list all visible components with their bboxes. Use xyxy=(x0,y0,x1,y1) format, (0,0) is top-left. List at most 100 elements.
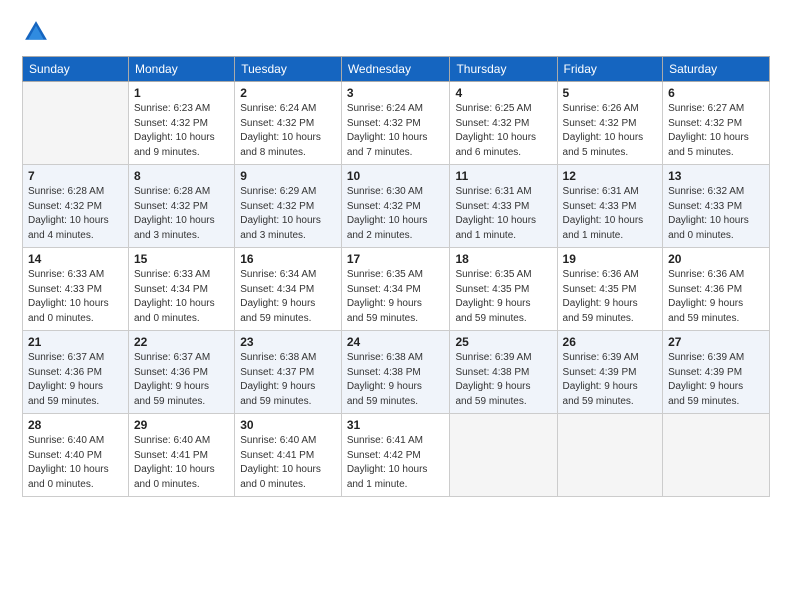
day-info: Sunrise: 6:41 AM Sunset: 4:42 PM Dayligh… xyxy=(347,434,445,492)
day-number: 14 xyxy=(28,252,123,266)
calendar-cell: 12 Sunrise: 6:31 AM Sunset: 4:33 PM Dayli… xyxy=(557,165,663,248)
calendar-cell: 17 Sunrise: 6:35 AM Sunset: 4:34 PM Dayli… xyxy=(341,248,450,331)
day-number: 13 xyxy=(668,169,764,183)
day-number: 4 xyxy=(455,86,551,100)
day-number: 10 xyxy=(347,169,445,183)
day-info: Sunrise: 6:25 AM Sunset: 4:32 PM Dayligh… xyxy=(455,102,551,160)
day-number: 21 xyxy=(28,335,123,349)
calendar-cell: 4 Sunrise: 6:25 AM Sunset: 4:32 PM Daylig… xyxy=(450,82,557,165)
calendar-cell: 13 Sunrise: 6:32 AM Sunset: 4:33 PM Dayli… xyxy=(663,165,770,248)
day-number: 9 xyxy=(240,169,336,183)
calendar-cell: 10 Sunrise: 6:30 AM Sunset: 4:32 PM Dayli… xyxy=(341,165,450,248)
calendar-cell xyxy=(23,82,129,165)
calendar-week-row: 28 Sunrise: 6:40 AM Sunset: 4:40 PM Dayli… xyxy=(23,414,770,497)
col-header-friday: Friday xyxy=(557,57,663,82)
calendar-week-row: 21 Sunrise: 6:37 AM Sunset: 4:36 PM Dayli… xyxy=(23,331,770,414)
day-number: 20 xyxy=(668,252,764,266)
day-info: Sunrise: 6:24 AM Sunset: 4:32 PM Dayligh… xyxy=(347,102,445,160)
day-info: Sunrise: 6:31 AM Sunset: 4:33 PM Dayligh… xyxy=(563,185,658,243)
logo-icon xyxy=(22,18,50,46)
day-info: Sunrise: 6:33 AM Sunset: 4:33 PM Dayligh… xyxy=(28,268,123,326)
day-info: Sunrise: 6:40 AM Sunset: 4:41 PM Dayligh… xyxy=(240,434,336,492)
day-number: 7 xyxy=(28,169,123,183)
day-number: 27 xyxy=(668,335,764,349)
col-header-wednesday: Wednesday xyxy=(341,57,450,82)
day-number: 28 xyxy=(28,418,123,432)
day-info: Sunrise: 6:40 AM Sunset: 4:40 PM Dayligh… xyxy=(28,434,123,492)
calendar-cell: 16Sunrise: 6:34 AM Sunset: 4:34 PM Dayli… xyxy=(235,248,342,331)
day-number: 8 xyxy=(134,169,229,183)
calendar-cell: 11Sunrise: 6:31 AM Sunset: 4:33 PM Dayli… xyxy=(450,165,557,248)
day-info: Sunrise: 6:36 AM Sunset: 4:35 PM Dayligh… xyxy=(563,268,658,326)
day-number: 23 xyxy=(240,335,336,349)
calendar-cell: 20 Sunrise: 6:36 AM Sunset: 4:36 PM Dayli… xyxy=(663,248,770,331)
day-info: Sunrise: 6:39 AM Sunset: 4:38 PM Dayligh… xyxy=(455,351,551,409)
day-number: 31 xyxy=(347,418,445,432)
day-number: 30 xyxy=(240,418,336,432)
calendar-cell: 8 Sunrise: 6:28 AM Sunset: 4:32 PM Daylig… xyxy=(129,165,235,248)
calendar-cell: 22Sunrise: 6:37 AM Sunset: 4:36 PM Dayli… xyxy=(129,331,235,414)
day-info: Sunrise: 6:39 AM Sunset: 4:39 PM Dayligh… xyxy=(668,351,764,409)
day-number: 15 xyxy=(134,252,229,266)
calendar-cell: 15 Sunrise: 6:33 AM Sunset: 4:34 PM Dayli… xyxy=(129,248,235,331)
day-info: Sunrise: 6:34 AM Sunset: 4:34 PM Dayligh… xyxy=(240,268,336,326)
day-info: Sunrise: 6:32 AM Sunset: 4:33 PM Dayligh… xyxy=(668,185,764,243)
calendar-cell: 27 Sunrise: 6:39 AM Sunset: 4:39 PM Dayli… xyxy=(663,331,770,414)
calendar-week-row: 7 Sunrise: 6:28 AM Sunset: 4:32 PM Daylig… xyxy=(23,165,770,248)
day-info: Sunrise: 6:35 AM Sunset: 4:35 PM Dayligh… xyxy=(455,268,551,326)
day-info: Sunrise: 6:40 AM Sunset: 4:41 PM Dayligh… xyxy=(134,434,229,492)
logo xyxy=(22,18,54,46)
calendar-cell: 7Sunrise: 6:28 AM Sunset: 4:32 PM Daylig… xyxy=(23,165,129,248)
calendar-cell: 1 Sunrise: 6:23 AM Sunset: 4:32 PM Daylig… xyxy=(129,82,235,165)
day-number: 25 xyxy=(455,335,551,349)
calendar-cell: 3 Sunrise: 6:24 AM Sunset: 4:32 PM Daylig… xyxy=(341,82,450,165)
day-number: 24 xyxy=(347,335,445,349)
calendar-cell: 25 Sunrise: 6:39 AM Sunset: 4:38 PM Dayli… xyxy=(450,331,557,414)
day-number: 6 xyxy=(668,86,764,100)
calendar-cell: 19 Sunrise: 6:36 AM Sunset: 4:35 PM Dayli… xyxy=(557,248,663,331)
calendar-week-row: 14 Sunrise: 6:33 AM Sunset: 4:33 PM Dayli… xyxy=(23,248,770,331)
day-info: Sunrise: 6:30 AM Sunset: 4:32 PM Dayligh… xyxy=(347,185,445,243)
col-header-thursday: Thursday xyxy=(450,57,557,82)
page: SundayMondayTuesdayWednesdayThursdayFrid… xyxy=(0,0,792,612)
calendar-cell: 5 Sunrise: 6:26 AM Sunset: 4:32 PM Daylig… xyxy=(557,82,663,165)
col-header-monday: Monday xyxy=(129,57,235,82)
day-number: 5 xyxy=(563,86,658,100)
day-info: Sunrise: 6:38 AM Sunset: 4:37 PM Dayligh… xyxy=(240,351,336,409)
day-number: 29 xyxy=(134,418,229,432)
calendar-cell: 31 Sunrise: 6:41 AM Sunset: 4:42 PM Dayli… xyxy=(341,414,450,497)
day-info: Sunrise: 6:36 AM Sunset: 4:36 PM Dayligh… xyxy=(668,268,764,326)
day-number: 18 xyxy=(455,252,551,266)
day-info: Sunrise: 6:37 AM Sunset: 4:36 PM Dayligh… xyxy=(134,351,229,409)
day-number: 12 xyxy=(563,169,658,183)
day-number: 2 xyxy=(240,86,336,100)
calendar: SundayMondayTuesdayWednesdayThursdayFrid… xyxy=(22,56,770,497)
col-header-saturday: Saturday xyxy=(663,57,770,82)
calendar-cell: 28 Sunrise: 6:40 AM Sunset: 4:40 PM Dayli… xyxy=(23,414,129,497)
col-header-sunday: Sunday xyxy=(23,57,129,82)
day-info: Sunrise: 6:23 AM Sunset: 4:32 PM Dayligh… xyxy=(134,102,229,160)
calendar-cell: 2Sunrise: 6:24 AM Sunset: 4:32 PM Daylig… xyxy=(235,82,342,165)
day-info: Sunrise: 6:35 AM Sunset: 4:34 PM Dayligh… xyxy=(347,268,445,326)
calendar-cell xyxy=(450,414,557,497)
day-info: Sunrise: 6:28 AM Sunset: 4:32 PM Dayligh… xyxy=(134,185,229,243)
calendar-cell: 30 Sunrise: 6:40 AM Sunset: 4:41 PM Dayli… xyxy=(235,414,342,497)
col-header-tuesday: Tuesday xyxy=(235,57,342,82)
calendar-cell xyxy=(663,414,770,497)
day-info: Sunrise: 6:37 AM Sunset: 4:36 PM Dayligh… xyxy=(28,351,123,409)
day-number: 17 xyxy=(347,252,445,266)
day-number: 26 xyxy=(563,335,658,349)
day-info: Sunrise: 6:31 AM Sunset: 4:33 PM Dayligh… xyxy=(455,185,551,243)
day-number: 3 xyxy=(347,86,445,100)
day-number: 1 xyxy=(134,86,229,100)
day-info: Sunrise: 6:33 AM Sunset: 4:34 PM Dayligh… xyxy=(134,268,229,326)
day-number: 19 xyxy=(563,252,658,266)
day-info: Sunrise: 6:26 AM Sunset: 4:32 PM Dayligh… xyxy=(563,102,658,160)
day-info: Sunrise: 6:38 AM Sunset: 4:38 PM Dayligh… xyxy=(347,351,445,409)
calendar-cell: 9Sunrise: 6:29 AM Sunset: 4:32 PM Daylig… xyxy=(235,165,342,248)
day-info: Sunrise: 6:39 AM Sunset: 4:39 PM Dayligh… xyxy=(563,351,658,409)
calendar-cell: 29 Sunrise: 6:40 AM Sunset: 4:41 PM Dayli… xyxy=(129,414,235,497)
calendar-week-row: 1 Sunrise: 6:23 AM Sunset: 4:32 PM Daylig… xyxy=(23,82,770,165)
day-info: Sunrise: 6:27 AM Sunset: 4:32 PM Dayligh… xyxy=(668,102,764,160)
header xyxy=(22,18,770,46)
